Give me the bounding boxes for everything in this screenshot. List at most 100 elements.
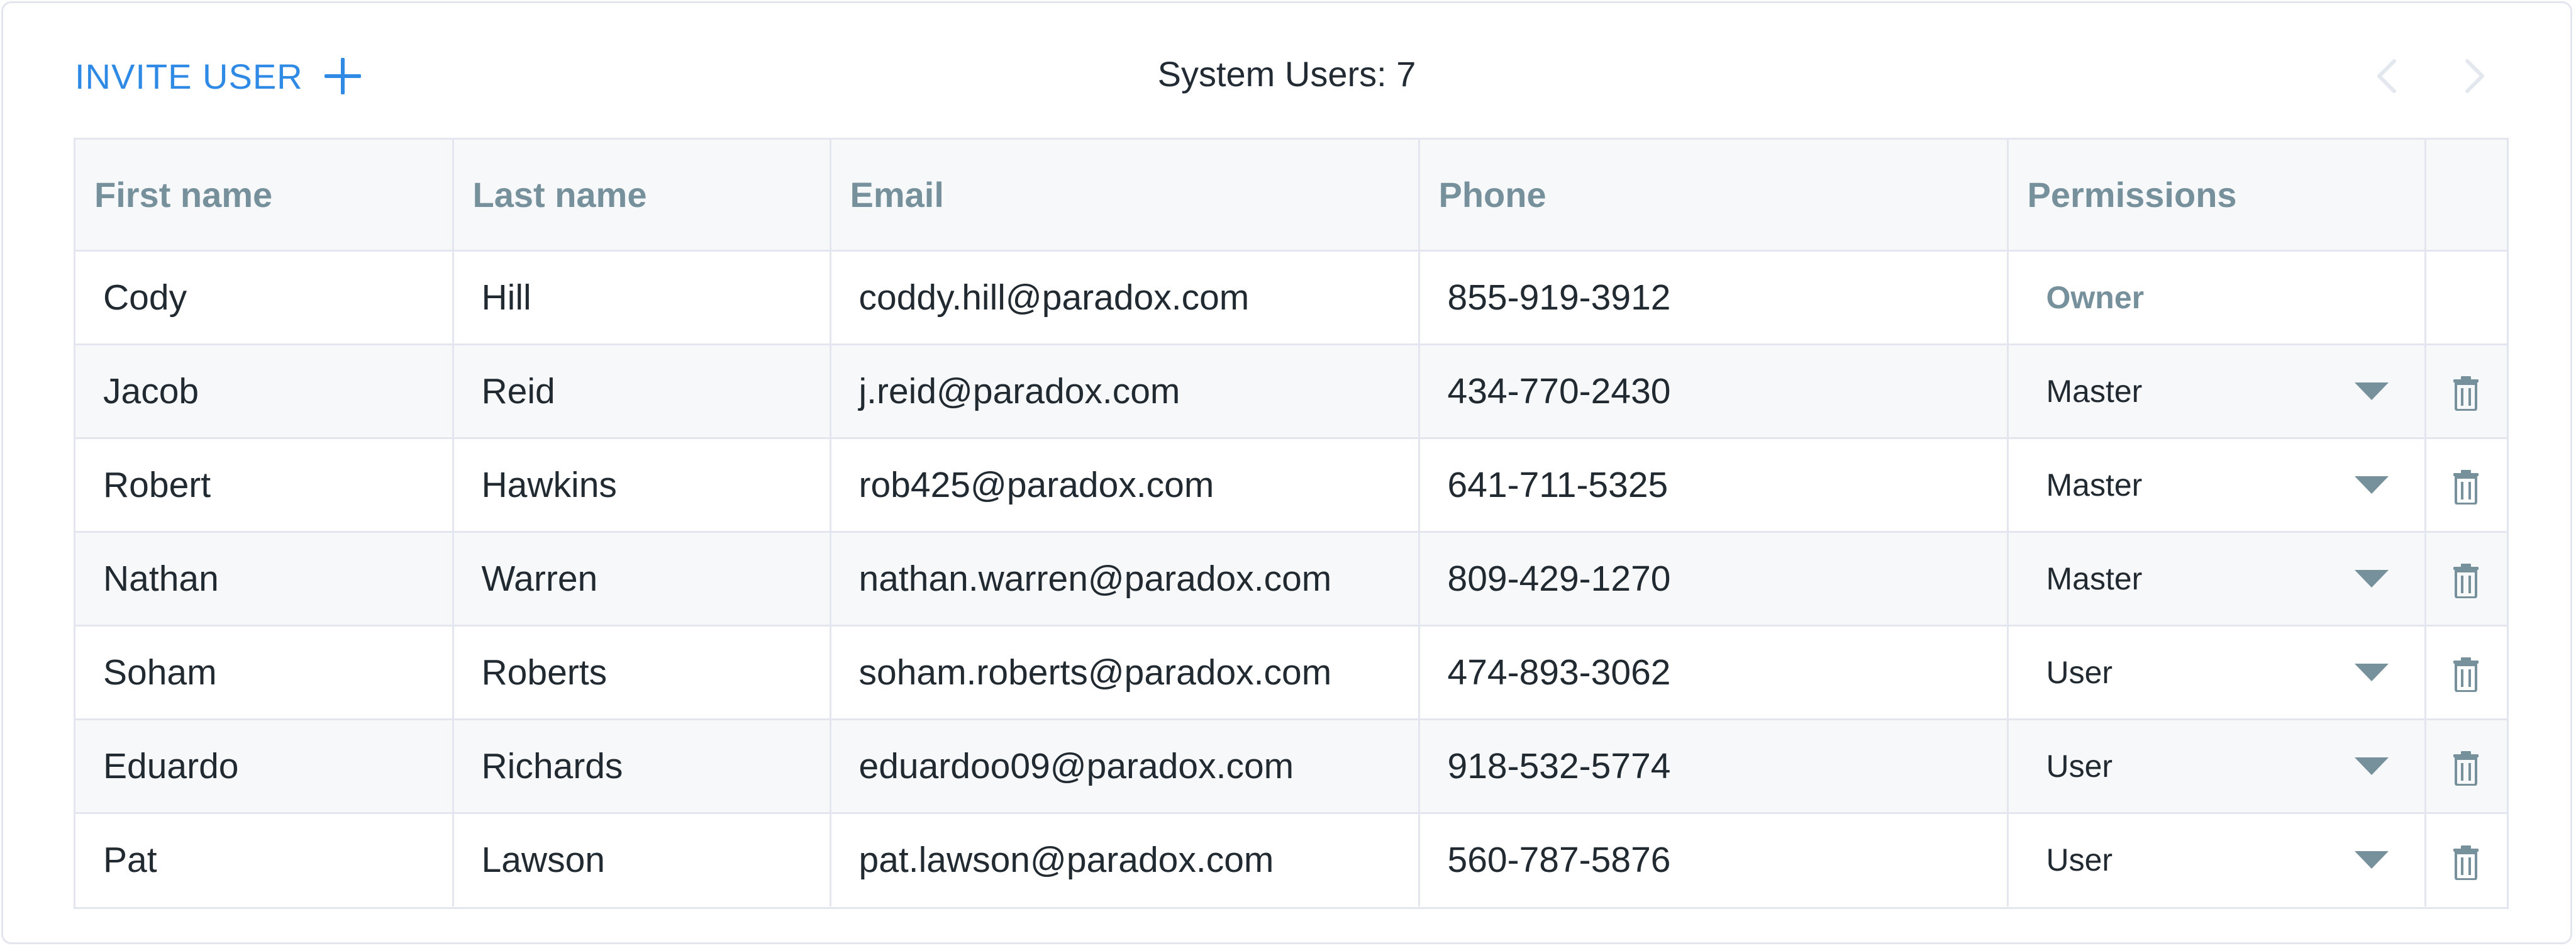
last-name-cell: Hill xyxy=(453,250,831,345)
table-header-row: First name Last name Email Phone Permiss… xyxy=(75,140,2507,252)
first-name: Eduardo xyxy=(103,745,239,786)
first-name: Robert xyxy=(103,464,211,505)
delete-user-button[interactable] xyxy=(2451,464,2480,506)
email: pat.lawson@paradox.com xyxy=(858,840,1274,881)
previous-page-button[interactable] xyxy=(2369,56,2407,96)
users-table: First name Last name Email Phone Permiss… xyxy=(74,138,2509,909)
actions-cell xyxy=(2425,250,2507,345)
phone-cell: 434-770-2430 xyxy=(1419,344,2009,439)
phone-cell: 855-919-3912 xyxy=(1419,250,2009,345)
last-name: Warren xyxy=(481,558,598,599)
first-name-cell: Eduardo xyxy=(75,719,454,814)
first-name-cell: Cody xyxy=(75,250,454,345)
email-cell: soham.roberts@paradox.com xyxy=(830,625,1420,720)
first-name-cell: Jacob xyxy=(75,344,454,439)
last-name-cell: Warren xyxy=(453,532,831,627)
phone: 855-919-3912 xyxy=(1447,277,1671,318)
delete-user-button[interactable] xyxy=(2451,558,2480,599)
chevron-left-icon xyxy=(2377,59,2396,93)
delete-user-button[interactable] xyxy=(2451,371,2480,412)
last-name-cell: Richards xyxy=(453,719,831,814)
permission-owner-label: Owner xyxy=(2046,279,2145,315)
actions-cell xyxy=(2425,344,2507,439)
column-header-actions xyxy=(2425,140,2507,252)
phone-cell: 560-787-5876 xyxy=(1419,813,2009,906)
column-header-last-name[interactable]: Last name xyxy=(453,140,831,252)
permission-value: User xyxy=(2046,842,2113,878)
actions-cell xyxy=(2425,719,2507,814)
permission-dropdown[interactable]: Master xyxy=(2046,560,2424,597)
column-header-permissions[interactable]: Permissions xyxy=(2007,140,2426,252)
first-name-cell: Soham xyxy=(75,625,454,720)
permission-cell: Master xyxy=(2007,532,2426,627)
first-name: Soham xyxy=(103,652,217,693)
first-name-cell: Robert xyxy=(75,438,454,533)
permission-cell: Owner xyxy=(2007,250,2426,345)
caret-down-icon xyxy=(2354,569,2389,588)
phone-cell: 809-429-1270 xyxy=(1419,532,2009,627)
permission-cell: User xyxy=(2007,625,2426,720)
permission-cell: Master xyxy=(2007,438,2426,533)
page-title: System Users: 7 xyxy=(1157,54,1416,94)
table-row: Cody Hill coddy.hill@paradox.com 855-919… xyxy=(75,250,2507,345)
permission-dropdown[interactable]: User xyxy=(2046,654,2424,691)
permission-value: User xyxy=(2046,654,2113,690)
first-name: Nathan xyxy=(103,558,219,599)
permission-value: User xyxy=(2046,748,2113,784)
email: nathan.warren@paradox.com xyxy=(858,558,1332,599)
last-name: Roberts xyxy=(481,652,608,693)
last-name: Hawkins xyxy=(481,464,617,505)
phone: 474-893-3062 xyxy=(1447,652,1671,693)
caret-down-icon xyxy=(2354,382,2389,400)
phone: 560-787-5876 xyxy=(1447,840,1671,881)
first-name-cell: Nathan xyxy=(75,532,454,627)
actions-cell xyxy=(2425,532,2507,627)
first-name: Cody xyxy=(103,277,187,318)
email: j.reid@paradox.com xyxy=(858,371,1180,411)
caret-down-icon xyxy=(2354,476,2389,494)
email-cell: nathan.warren@paradox.com xyxy=(830,532,1420,627)
phone: 809-429-1270 xyxy=(1447,558,1671,599)
chevron-right-icon xyxy=(2465,59,2484,93)
permission-cell: Master xyxy=(2007,344,2426,439)
panel-header: INVITE USER System Users: 7 xyxy=(3,3,2570,148)
email: eduardoo09@paradox.com xyxy=(858,745,1294,786)
column-header-phone[interactable]: Phone xyxy=(1419,140,2009,252)
first-name: Pat xyxy=(103,840,157,881)
next-page-button[interactable] xyxy=(2455,56,2492,96)
trash-icon xyxy=(2453,845,2479,881)
phone-cell: 918-532-5774 xyxy=(1419,719,2009,814)
phone: 434-770-2430 xyxy=(1447,371,1671,411)
actions-cell xyxy=(2425,438,2507,533)
caret-down-icon xyxy=(2354,851,2389,869)
column-header-email[interactable]: Email xyxy=(830,140,1420,252)
users-panel: INVITE USER System Users: 7 First name L… xyxy=(1,1,2572,944)
email-cell: pat.lawson@paradox.com xyxy=(830,813,1420,906)
permission-dropdown[interactable]: Master xyxy=(2046,373,2424,410)
permission-cell: User xyxy=(2007,719,2426,814)
permission-dropdown[interactable]: Master xyxy=(2046,467,2424,503)
caret-down-icon xyxy=(2354,663,2389,681)
trash-icon xyxy=(2453,376,2479,412)
email: coddy.hill@paradox.com xyxy=(858,277,1250,318)
trash-icon xyxy=(2453,470,2479,506)
permission-value: Master xyxy=(2046,560,2143,596)
permission-dropdown[interactable]: User xyxy=(2046,748,2424,784)
phone-cell: 641-711-5325 xyxy=(1419,438,2009,533)
delete-user-button[interactable] xyxy=(2451,745,2480,787)
delete-user-button[interactable] xyxy=(2451,839,2480,881)
table-row: Nathan Warren nathan.warren@paradox.com … xyxy=(75,532,2507,627)
phone: 918-532-5774 xyxy=(1447,745,1671,786)
delete-user-button[interactable] xyxy=(2451,652,2480,693)
email-cell: coddy.hill@paradox.com xyxy=(830,250,1420,345)
permission-dropdown[interactable]: User xyxy=(2046,842,2424,878)
phone-cell: 474-893-3062 xyxy=(1419,625,2009,720)
last-name-cell: Hawkins xyxy=(453,438,831,533)
email-cell: j.reid@paradox.com xyxy=(830,344,1420,439)
table-row: Jacob Reid j.reid@paradox.com 434-770-24… xyxy=(75,344,2507,439)
email-cell: rob425@paradox.com xyxy=(830,438,1420,533)
last-name-cell: Reid xyxy=(453,344,831,439)
permission-cell: User xyxy=(2007,813,2426,906)
column-header-first-name[interactable]: First name xyxy=(75,140,454,252)
phone: 641-711-5325 xyxy=(1447,464,1668,505)
